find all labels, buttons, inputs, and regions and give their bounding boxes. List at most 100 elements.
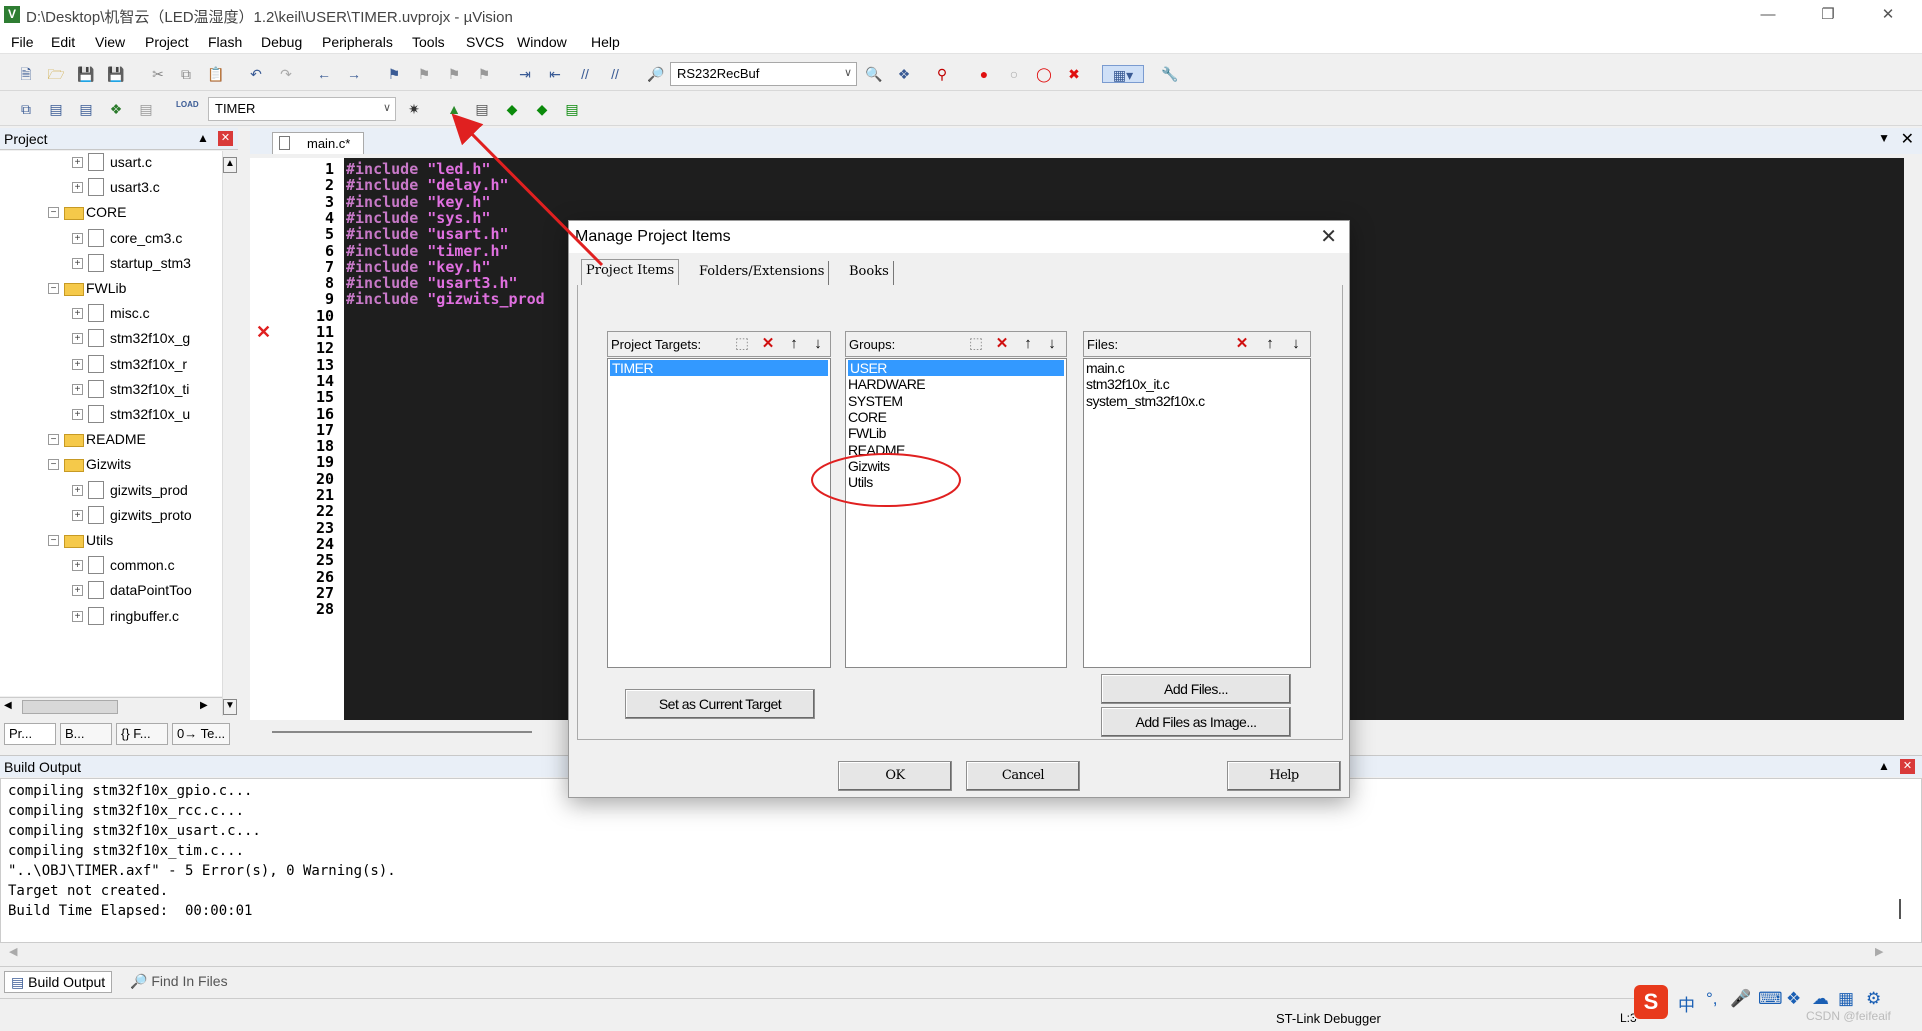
redo-icon[interactable]: ↷ (276, 65, 296, 83)
menu-project[interactable]: Project (145, 34, 189, 50)
groups-list[interactable]: USER HARDWARE SYSTEM CORE FWLib README Gizwits… (845, 358, 1067, 668)
clear-bookmarks-icon[interactable]: ⚑ (474, 65, 494, 83)
cut-icon[interactable]: ✂ (148, 65, 168, 83)
scroll-down-icon[interactable]: ▼ (223, 699, 237, 715)
close-window-icon[interactable]: ✕ (1876, 4, 1900, 26)
find-combo[interactable]: RS232RecBuf ∨ (670, 62, 857, 86)
indent-icon[interactable]: ⇥ (515, 65, 535, 83)
tree-item[interactable]: − CORE (0, 201, 222, 226)
menu-view[interactable]: View (95, 34, 125, 50)
chevron-down-icon[interactable]: ∨ (844, 66, 852, 79)
tab-project[interactable]: Pr... (4, 723, 56, 745)
tree-item[interactable]: + ringbuffer.c (0, 605, 222, 630)
manage-rte-icon[interactable]: ◆ (502, 100, 522, 118)
set-as-current-target-button[interactable]: Set as Current Target (625, 689, 815, 719)
tree-item[interactable]: + startup_stm3 (0, 252, 222, 277)
paste-icon[interactable]: 📋 (206, 65, 226, 83)
expand-icon[interactable]: + (72, 585, 83, 597)
prev-bookmark-icon[interactable]: ⚑ (414, 65, 434, 83)
new-file-icon[interactable]: 🗎 (16, 65, 36, 83)
build-output-text[interactable]: ◀ ▶ compiling stm32f10x_gpio.c... compili… (0, 778, 1922, 958)
collapse-icon[interactable]: − (48, 283, 59, 294)
expand-icon[interactable]: + (72, 182, 83, 194)
move-down-icon[interactable]: ↓ (1042, 335, 1062, 353)
expand-icon[interactable]: + (72, 257, 83, 269)
open-folder-icon[interactable]: 🗁 (46, 65, 66, 83)
manage-project-items-icon[interactable]: ▲ (444, 100, 464, 118)
group-item[interactable]: SYSTEM (848, 393, 903, 409)
collapse-icon[interactable]: − (48, 459, 59, 471)
files-list[interactable]: main.c stm32f10x_it.c system_stm32f10x.c (1083, 358, 1311, 668)
group-item[interactable]: Gizwits (848, 458, 890, 474)
add-files-as-image-button[interactable]: Add Files as Image... (1101, 707, 1291, 737)
tab-functions[interactable]: {} F... (116, 723, 168, 745)
move-down-icon[interactable]: ↓ (808, 335, 828, 353)
cancel-button[interactable]: Cancel (966, 761, 1080, 791)
tree-item[interactable]: + gizwits_proto (0, 504, 222, 529)
toolbox-icon[interactable]: ▦ (1838, 989, 1854, 1009)
tree-item[interactable]: − Utils (0, 529, 222, 554)
ime-language[interactable]: 中 (1678, 991, 1695, 1016)
translate-icon[interactable]: ⧉ (16, 100, 36, 118)
tree-horizontal-scrollbar[interactable]: ◀ ▶ (0, 697, 222, 715)
ime-logo-icon[interactable]: S (1634, 985, 1668, 1019)
project-tree[interactable]: + usart.c + usart3.c − CORE + core_cm3.c + startu… (0, 151, 222, 696)
ok-button[interactable]: OK (838, 761, 952, 791)
targets-list[interactable]: TIMER (607, 358, 831, 668)
expand-icon[interactable]: + (72, 232, 83, 244)
download-icon[interactable]: LOAD (176, 100, 199, 118)
punctuation-icon[interactable]: °, (1706, 989, 1718, 1009)
configure-tools-icon[interactable]: 🔧 (1160, 65, 1180, 83)
chevron-down-icon[interactable]: ∨ (383, 101, 391, 114)
new-target-icon[interactable]: ⬚ (732, 335, 752, 353)
add-files-button[interactable]: Add Files... (1101, 674, 1291, 704)
tree-item[interactable]: + dataPointToo (0, 579, 222, 604)
expand-icon[interactable]: + (72, 333, 83, 345)
move-up-icon[interactable]: ↑ (784, 335, 804, 353)
tree-item[interactable]: + usart.c (0, 151, 222, 176)
expand-icon[interactable]: + (72, 358, 83, 370)
expand-icon[interactable]: + (72, 509, 83, 521)
tree-item[interactable]: + stm32f10x_g (0, 327, 222, 352)
pack-installer-icon[interactable]: ◆ (532, 100, 552, 118)
tab-build-output[interactable]: ▤ Build Output (4, 971, 113, 993)
move-up-icon[interactable]: ↑ (1260, 335, 1280, 353)
expand-icon[interactable]: + (72, 560, 83, 572)
microphone-icon[interactable]: 🎤 (1730, 989, 1751, 1009)
delete-target-icon[interactable]: ✕ (758, 335, 778, 353)
incremental-find-icon[interactable]: ❖ (894, 65, 914, 83)
debug-start-icon[interactable]: ⚲ (932, 65, 952, 83)
scroll-left-icon[interactable]: ◀ (4, 700, 12, 711)
group-item[interactable]: CORE (848, 409, 887, 425)
close-dialog-icon[interactable]: ✕ (1320, 224, 1337, 249)
skin-icon[interactable]: ❖ (1786, 989, 1801, 1009)
scroll-up-icon[interactable]: ▲ (223, 157, 237, 173)
disable-all-breakpoints-icon[interactable]: ◯ (1034, 65, 1054, 83)
menu-flash[interactable]: Flash (208, 34, 242, 50)
chat-icon[interactable]: ☁ (1812, 989, 1829, 1009)
undo-icon[interactable]: ↶ (246, 65, 266, 83)
scroll-right-icon[interactable]: ▶ (200, 700, 208, 711)
next-bookmark-icon[interactable]: ⚑ (444, 65, 464, 83)
save-all-icon[interactable]: 💾 (106, 65, 126, 83)
breakpoint-icon[interactable]: ● (974, 65, 994, 83)
move-down-icon[interactable]: ↓ (1286, 335, 1306, 353)
pin-icon[interactable]: ▲ (1878, 759, 1890, 773)
project-window-icon[interactable]: ▤ (562, 100, 582, 118)
bookmark-icon[interactable]: ⚑ (384, 65, 404, 83)
group-item[interactable]: Utils (848, 474, 873, 490)
file-item[interactable]: main.c (1086, 360, 1125, 376)
tree-item[interactable]: + stm32f10x_u (0, 403, 222, 428)
file-item[interactable]: stm32f10x_it.c (1086, 376, 1170, 392)
scroll-thumb[interactable] (1899, 899, 1901, 919)
navigate-back-icon[interactable]: ← (314, 65, 334, 83)
editor-vertical-scrollbar[interactable] (1904, 158, 1922, 720)
expand-icon[interactable]: + (72, 383, 83, 395)
find-in-files-icon[interactable]: 🔎 (646, 65, 666, 83)
new-group-icon[interactable]: ⬚ (966, 335, 986, 353)
tree-item[interactable]: − Gizwits (0, 453, 222, 478)
menu-tools[interactable]: Tools (412, 34, 445, 50)
target-item[interactable]: TIMER (610, 360, 828, 376)
tree-item[interactable]: + misc.c (0, 302, 222, 327)
close-pane-icon[interactable]: ✕ (1900, 759, 1915, 774)
